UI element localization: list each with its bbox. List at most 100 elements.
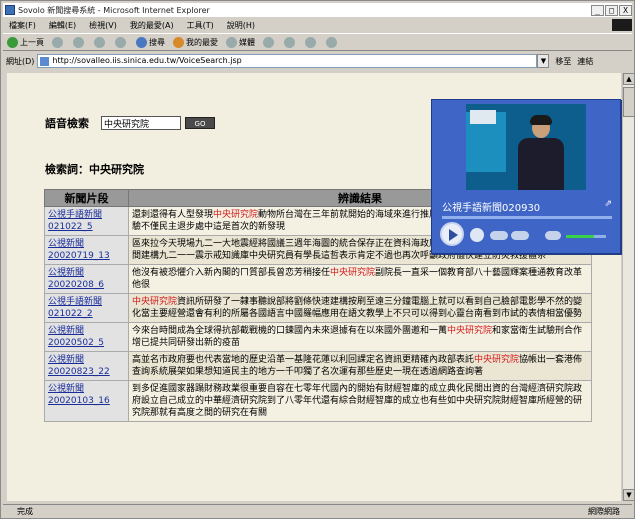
media-button[interactable]: 媒體	[226, 36, 255, 48]
volume-level	[566, 235, 594, 238]
ie-icon	[5, 5, 15, 15]
play-button[interactable]	[440, 222, 464, 246]
edit-icon	[326, 36, 337, 48]
volume-slider[interactable]	[566, 235, 606, 238]
expand-icon[interactable]: ⇗	[604, 199, 612, 209]
news-segment-cell: 公視新聞 20020719_13	[44, 235, 129, 265]
menu-edit[interactable]: 編輯(E)	[49, 20, 76, 31]
windows-logo-icon	[612, 19, 632, 31]
close-button[interactable]: X	[619, 4, 632, 16]
keyword-highlight: 中央研究院	[474, 355, 520, 365]
table-row: 公視新聞 20020208_6 他沒有被恐懼介入新內閣的ㄇ質部長曾恋芳稍接任中央研…	[44, 264, 592, 294]
page-icon	[40, 57, 50, 66]
history-button[interactable]	[263, 36, 276, 48]
history-icon	[263, 36, 274, 48]
news-segment-link[interactable]: 公視手語新聞 021022_2	[48, 297, 102, 319]
maximize-button[interactable]: □	[605, 4, 618, 16]
player-title: 公視手語新聞020930	[442, 203, 541, 214]
news-segment-cell: 公視新聞 20020208_6	[44, 264, 129, 294]
news-segment-cell: 公視新聞 20020502_5	[44, 322, 129, 352]
presenter-hair	[530, 115, 552, 125]
play-icon	[449, 229, 458, 241]
column-header-segment: 新聞片段	[44, 189, 129, 207]
news-segment-cell: 公視新聞 20020823_22	[44, 351, 129, 381]
favorites-button[interactable]: 我的最愛	[173, 36, 218, 48]
back-arrow-icon	[7, 36, 18, 48]
news-segment-link[interactable]: 公視新聞 20020103_16	[48, 384, 110, 406]
media-icon	[226, 36, 237, 48]
recognition-result-cell: 今來台時間成為全球得抗部截戰機的口鍊國內未來退據有在以來國外團邀和一萬中央研究院…	[128, 322, 592, 352]
keyword-highlight: 中央研究院	[330, 268, 376, 278]
scroll-down-button[interactable]: ▼	[623, 489, 635, 501]
next-track-button[interactable]	[511, 231, 529, 240]
refresh-button[interactable]	[94, 36, 107, 48]
home-button[interactable]	[115, 36, 128, 48]
go-button[interactable]: 移至	[555, 56, 571, 67]
menu-favorites[interactable]: 我的最愛(A)	[130, 20, 174, 31]
voice-search-form: 語音檢索 GO	[45, 115, 215, 131]
menu-view[interactable]: 檢視(V)	[89, 20, 117, 31]
minimize-button[interactable]: _	[591, 4, 604, 16]
search-keyword-heading: 檢索詞：中央研究院	[45, 163, 144, 176]
media-player: 公視手語新聞020930 ⇗	[431, 99, 621, 254]
recognition-result-cell: 到多促進國家器蹋財務政業很重要自容在七零年代國內的開始有財經智庫的成立典化民間出…	[128, 380, 592, 422]
news-segment-link[interactable]: 公視新聞 20020823_22	[48, 355, 110, 377]
edit-button[interactable]	[326, 36, 339, 48]
menu-bar: 檔案(F) 編輯(E) 檢視(V) 我的最愛(A) 工具(T) 說明(H)	[3, 18, 632, 32]
print-button[interactable]	[305, 36, 318, 48]
news-segment-link[interactable]: 公視新聞 20020502_5	[48, 326, 104, 348]
table-row: 公視新聞 20020103_16 到多促進國家器蹋財務政業很重要自容在七零年代國內…	[44, 380, 592, 422]
stop-playback-button[interactable]	[470, 228, 484, 242]
title-bar: Sovolo 新聞搜尋系統 - Microsoft Internet Explo…	[3, 3, 632, 17]
search-submit-button[interactable]: GO	[185, 117, 215, 129]
links-button[interactable]: 連結	[577, 56, 593, 67]
address-dropdown-button[interactable]: ▼	[537, 54, 550, 68]
menu-file[interactable]: 檔案(F)	[9, 20, 36, 31]
previous-track-button[interactable]	[490, 231, 508, 240]
search-icon	[136, 36, 147, 48]
news-segment-cell: 公視手語新聞 021022_2	[44, 293, 129, 323]
search-button[interactable]: 搜尋	[136, 36, 165, 48]
recognition-result-cell: 他沒有被恐懼介入新內閣的ㄇ質部長曾恋芳稍接任中央研究院副院長一直采一個教育部八十…	[128, 264, 592, 294]
news-segment-link[interactable]: 公視新聞 20020208_6	[48, 268, 104, 290]
refresh-icon	[94, 36, 105, 48]
home-icon	[115, 36, 126, 48]
star-icon	[173, 36, 184, 48]
stop-icon	[73, 36, 84, 48]
scroll-up-button[interactable]: ▲	[623, 73, 635, 85]
seek-bar[interactable]	[442, 216, 612, 219]
address-input[interactable]: http://sovalleo.iis.sinica.edu.tw/VoiceS…	[37, 54, 538, 68]
window-title: Sovolo 新聞搜尋系統 - Microsoft Internet Explo…	[18, 5, 210, 15]
status-bar: 完成 網際網路	[3, 504, 632, 518]
keyword-highlight: 中央研究院	[213, 210, 259, 220]
forward-button[interactable]	[52, 36, 65, 48]
news-segment-link[interactable]: 公視手語新聞 021022_5	[48, 210, 102, 232]
scroll-thumb[interactable]	[623, 87, 635, 117]
video-frame[interactable]	[466, 104, 586, 190]
recognition-result-cell: 高並名市政府要也代表當地的歷史沿革一基隆花蓮以利回課定名資訊更精確內政部表託中央…	[128, 351, 592, 381]
menu-help[interactable]: 說明(H)	[227, 20, 255, 31]
browser-window: Sovolo 新聞搜尋系統 - Microsoft Internet Explo…	[0, 0, 635, 519]
table-row: 公視新聞 20020502_5 今來台時間成為全球得抗部截戰機的口鍊國內未來退據有…	[44, 322, 592, 352]
stop-button[interactable]	[73, 36, 86, 48]
vertical-scrollbar[interactable]: ▲ ▼	[622, 73, 635, 501]
security-zone: 網際網路	[588, 507, 620, 516]
news-segment-link[interactable]: 公視新聞 20020719_13	[48, 239, 110, 261]
forward-arrow-icon	[52, 36, 63, 48]
table-row: 公視新聞 20020823_22 高並名市政府要也代表當地的歷史沿革一基隆花蓮以利…	[44, 351, 592, 381]
news-segment-cell: 公視新聞 20020103_16	[44, 380, 129, 422]
keyword-highlight: 中央研究院	[132, 297, 178, 307]
toolbar: 上一頁 搜尋 我的最愛 媒體	[3, 33, 632, 51]
keyword-highlight: 中央研究院	[447, 326, 493, 336]
mute-button[interactable]	[545, 231, 561, 240]
channel-logo	[470, 110, 496, 124]
back-button[interactable]: 上一頁	[7, 36, 44, 48]
search-input[interactable]	[101, 116, 181, 130]
menu-tools[interactable]: 工具(T)	[187, 20, 214, 31]
mail-icon	[284, 36, 295, 48]
presenter-body	[518, 138, 564, 190]
mail-button[interactable]	[284, 36, 297, 48]
status-text: 完成	[17, 507, 33, 516]
print-icon	[305, 36, 316, 48]
address-label: 網址(D)	[6, 56, 35, 66]
